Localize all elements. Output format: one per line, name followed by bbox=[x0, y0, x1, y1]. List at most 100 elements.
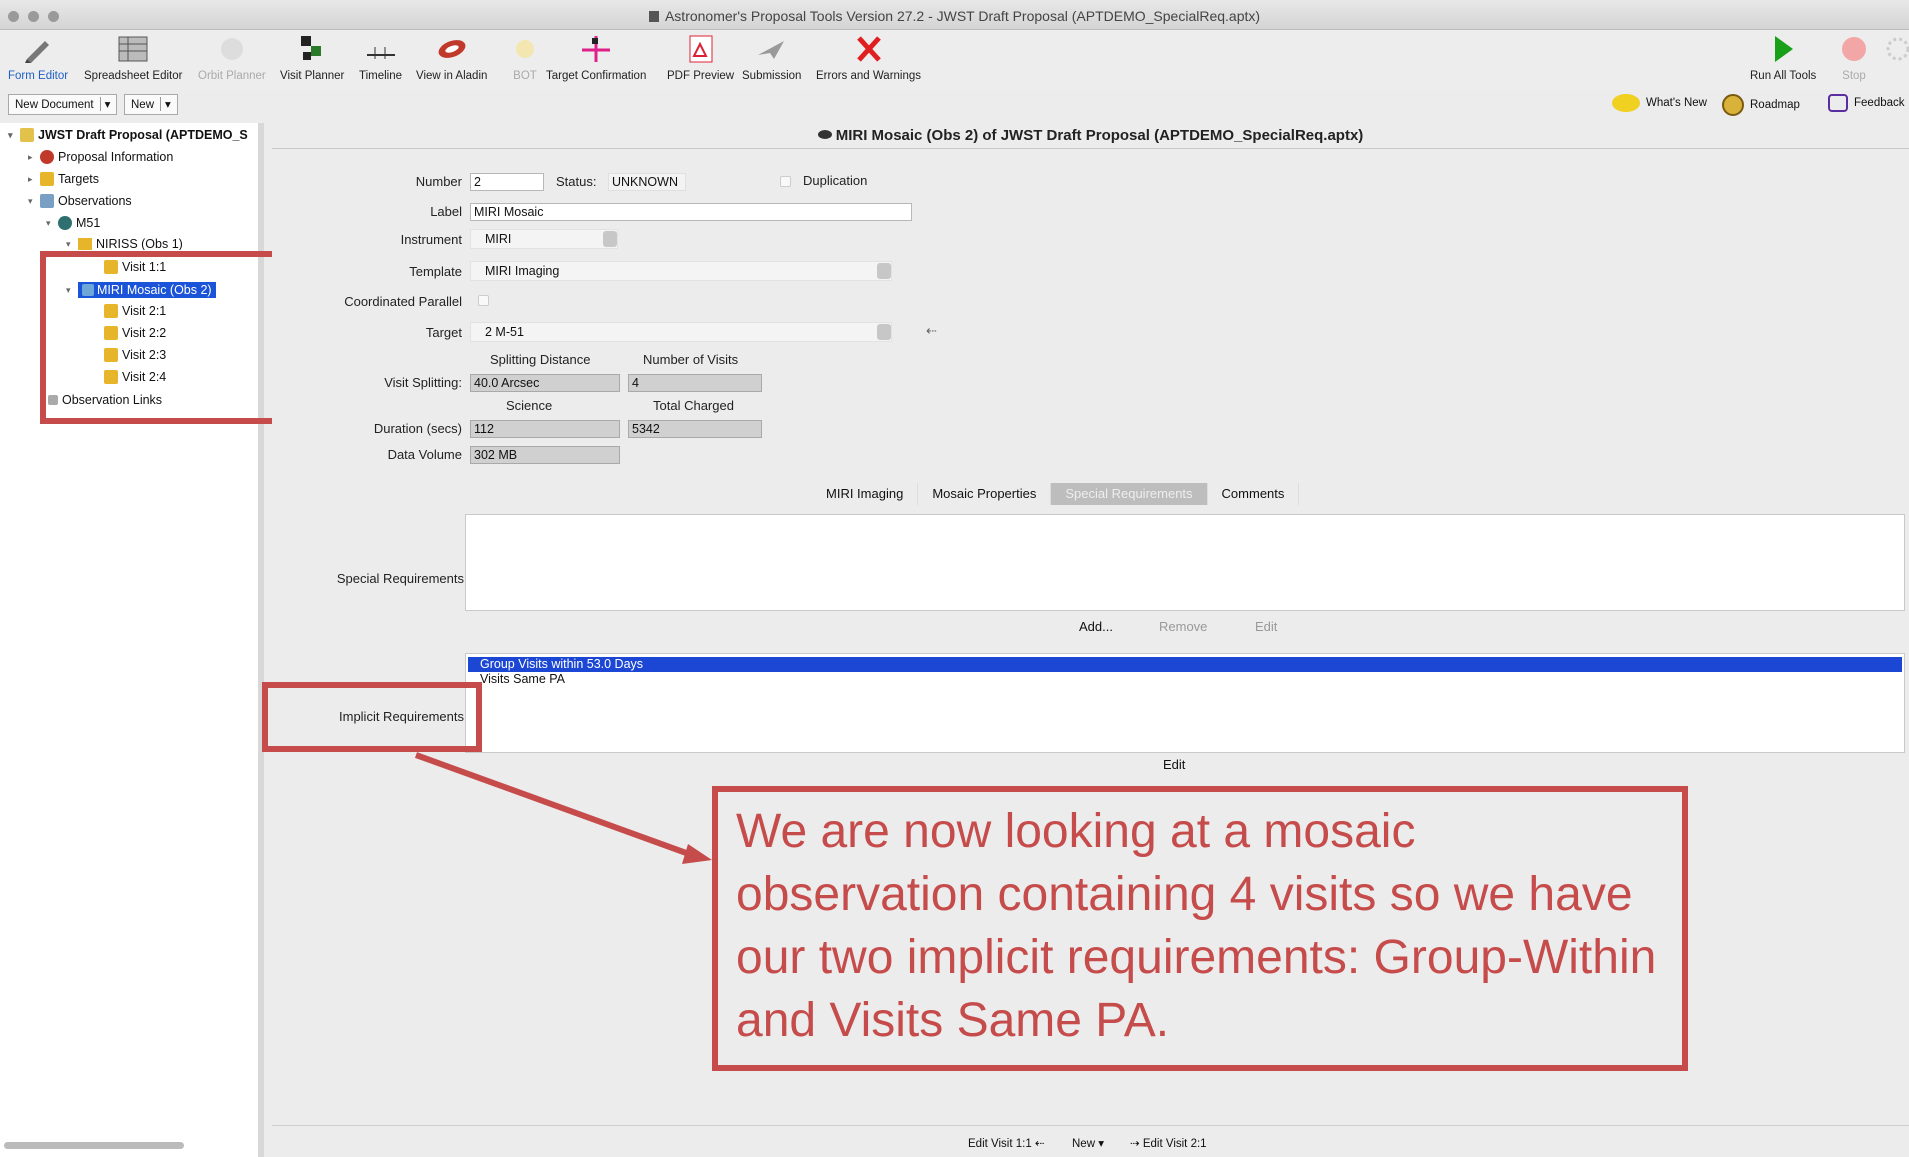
duplication-label: Duplication bbox=[803, 173, 868, 188]
tree-item-targets[interactable]: ▸ Targets bbox=[28, 172, 99, 186]
list-item[interactable]: Group Visits within 53.0 Days bbox=[468, 657, 1902, 672]
feedback-icon bbox=[1828, 94, 1848, 112]
expand-toggle-icon[interactable]: ▸ bbox=[28, 174, 36, 185]
new-badge-icon bbox=[1612, 94, 1640, 112]
whats-new-link[interactable]: What's New bbox=[1612, 94, 1707, 112]
annotation-arrow bbox=[414, 752, 712, 864]
tree-item-proposal-information[interactable]: ▸ Proposal Information bbox=[28, 150, 173, 164]
target-select[interactable]: 2 M-51 bbox=[470, 322, 892, 342]
number-field[interactable]: 2 bbox=[470, 173, 544, 191]
forward-arrow-icon: ⇢ bbox=[1130, 1138, 1140, 1150]
remove-button[interactable]: Remove bbox=[1159, 619, 1207, 634]
duplication-checkbox[interactable] bbox=[780, 176, 791, 187]
tree-root[interactable]: ▾ JWST Draft Proposal (APTDEMO_S bbox=[8, 128, 248, 142]
target-confirmation-icon bbox=[578, 32, 614, 66]
edit-implicit-button[interactable]: Edit bbox=[1163, 757, 1185, 772]
list-item[interactable]: Visits Same PA bbox=[468, 672, 1902, 687]
tree-item-m51[interactable]: ▾ M51 bbox=[46, 216, 100, 230]
errors-and-warnings-button[interactable]: Errors and Warnings bbox=[816, 32, 921, 82]
stop-button[interactable]: Stop bbox=[1836, 32, 1872, 82]
submission-button[interactable]: Submission bbox=[742, 32, 801, 82]
eye-icon bbox=[817, 130, 832, 139]
tab-miri-imaging[interactable]: MIRI Imaging bbox=[812, 483, 919, 505]
expand-toggle-icon[interactable]: ▾ bbox=[8, 130, 16, 141]
new-dropdown[interactable]: New ▾ bbox=[124, 94, 178, 115]
new-visit-dropdown[interactable]: New ▾ bbox=[1072, 1136, 1104, 1150]
science-header: Science bbox=[506, 398, 553, 413]
spreadsheet-icon bbox=[115, 32, 151, 66]
feedback-link[interactable]: Feedback bbox=[1828, 94, 1905, 112]
targets-icon bbox=[40, 172, 54, 186]
special-requirements-list[interactable] bbox=[465, 514, 1905, 611]
template-label: Template bbox=[409, 264, 462, 279]
instrument-label: Instrument bbox=[400, 232, 462, 247]
expand-toggle-icon[interactable]: ▸ bbox=[28, 152, 36, 163]
select-stepper-icon bbox=[877, 263, 891, 279]
roadmap-icon bbox=[1722, 94, 1744, 116]
go-to-target-icon[interactable]: ⇠ bbox=[926, 323, 937, 339]
edit-next-visit-button[interactable]: ⇢ Edit Visit 2:1 bbox=[1130, 1136, 1207, 1150]
expand-toggle-icon[interactable]: ▾ bbox=[46, 218, 54, 229]
splitting-distance-field: 40.0 Arcsec bbox=[470, 374, 620, 392]
observation-tabs: MIRI Imaging Mosaic Properties Special R… bbox=[812, 483, 1300, 505]
visit-splitting-label: Visit Splitting: bbox=[384, 375, 462, 390]
implicit-requirements-list[interactable]: Group Visits within 53.0 Days Visits Sam… bbox=[465, 653, 1905, 753]
highlight-box-visits bbox=[40, 251, 309, 424]
stop-icon bbox=[1836, 32, 1872, 66]
pdf-icon bbox=[683, 32, 719, 66]
roadmap-link[interactable]: Roadmap bbox=[1722, 94, 1800, 116]
spinner-indicator bbox=[1880, 32, 1909, 70]
select-stepper-icon bbox=[603, 231, 617, 247]
data-volume-field: 302 MB bbox=[470, 446, 620, 464]
timeline-icon bbox=[363, 32, 399, 66]
target-folder-icon bbox=[58, 216, 72, 230]
total-charged-header: Total Charged bbox=[653, 398, 734, 413]
tab-special-requirements[interactable]: Special Requirements bbox=[1051, 483, 1208, 505]
coordinated-parallel-checkbox[interactable] bbox=[478, 295, 489, 306]
tree-item-niriss[interactable]: ▾ NIRISS (Obs 1) bbox=[66, 238, 183, 250]
title-divider bbox=[272, 148, 1909, 149]
aladin-icon bbox=[434, 32, 470, 66]
form-editor-icon bbox=[20, 32, 56, 66]
edit-special-button[interactable]: Edit bbox=[1255, 619, 1277, 634]
submission-icon bbox=[754, 32, 790, 66]
window-title-bar: Astronomer's Proposal Tools Version 27.2… bbox=[0, 0, 1909, 30]
add-button[interactable]: Add... bbox=[1079, 619, 1113, 634]
annotation-callout: We are now looking at a mosaic observati… bbox=[712, 786, 1688, 1071]
run-all-tools-button[interactable]: Run All Tools bbox=[1750, 32, 1816, 82]
spreadsheet-editor-button[interactable]: Spreadsheet Editor bbox=[84, 32, 182, 82]
document-icon bbox=[648, 11, 659, 22]
expand-toggle-icon[interactable]: ▾ bbox=[66, 239, 74, 250]
status-value: UNKNOWN bbox=[608, 173, 686, 191]
label-field[interactable]: MIRI Mosaic bbox=[470, 203, 912, 221]
special-requirements-label: Special Requirements bbox=[336, 571, 464, 586]
bot-button[interactable]: BOT bbox=[507, 32, 543, 82]
target-label: Target bbox=[425, 325, 462, 340]
tree-horizontal-scrollbar[interactable] bbox=[4, 1142, 184, 1149]
expand-toggle-icon[interactable]: ▾ bbox=[28, 196, 36, 207]
spinner-icon bbox=[1880, 32, 1909, 66]
target-confirmation-button[interactable]: Target Confirmation bbox=[546, 32, 646, 82]
instrument-select[interactable]: MIRI bbox=[470, 229, 618, 249]
pdf-preview-button[interactable]: PDF Preview bbox=[667, 32, 734, 82]
new-document-dropdown[interactable]: New Document ▾ bbox=[8, 94, 118, 115]
proposal-icon bbox=[20, 128, 34, 142]
data-volume-label: Data Volume bbox=[387, 447, 462, 462]
visit-planner-icon bbox=[294, 32, 330, 66]
tab-mosaic-properties[interactable]: Mosaic Properties bbox=[918, 483, 1052, 505]
tab-comments[interactable]: Comments bbox=[1207, 483, 1300, 505]
visit-planner-button[interactable]: Visit Planner bbox=[280, 32, 344, 82]
number-of-visits-field: 4 bbox=[628, 374, 762, 392]
main-toolbar: Form Editor Spreadsheet Editor Orbit Pla… bbox=[0, 30, 1909, 90]
chevron-down-icon: ▾ bbox=[99, 97, 110, 111]
template-select[interactable]: MIRI Imaging bbox=[470, 261, 892, 281]
back-arrow-icon: ⇠ bbox=[1034, 1138, 1045, 1150]
orbit-planner-button[interactable]: Orbit Planner bbox=[198, 32, 266, 82]
window-title: Astronomer's Proposal Tools Version 27.2… bbox=[0, 8, 1909, 24]
tree-item-observations[interactable]: ▾ Observations bbox=[28, 194, 132, 208]
form-editor-button[interactable]: Form Editor bbox=[8, 32, 68, 82]
timeline-button[interactable]: Timeline bbox=[359, 32, 402, 82]
view-in-aladin-button[interactable]: View in Aladin bbox=[416, 32, 487, 82]
total-charged-field: 5342 bbox=[628, 420, 762, 438]
edit-previous-visit-button[interactable]: Edit Visit 1:1 ⇠ bbox=[968, 1136, 1045, 1150]
